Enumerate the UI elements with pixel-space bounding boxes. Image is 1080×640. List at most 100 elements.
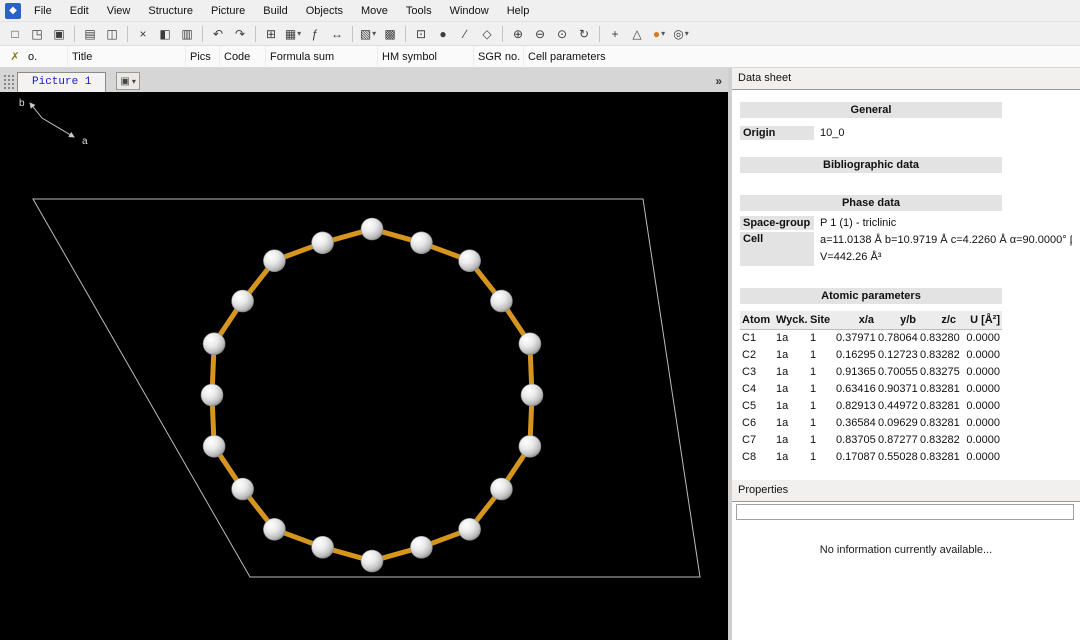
atom[interactable]	[232, 290, 254, 312]
atom[interactable]	[263, 518, 285, 540]
atom[interactable]	[519, 435, 541, 457]
menu-help[interactable]: Help	[498, 0, 539, 22]
copy-icon[interactable]: ◧	[155, 24, 175, 44]
menu-picture[interactable]: Picture	[202, 0, 254, 22]
header-wyck[interactable]: Wyck.	[774, 311, 808, 329]
print-preview-icon[interactable]: ◫	[102, 24, 122, 44]
header-atom[interactable]: Atom	[740, 311, 774, 329]
atom[interactable]	[263, 250, 285, 272]
table-row[interactable]: C21a10.162950.127230.832820.0000	[740, 346, 1002, 363]
menu-move[interactable]: Move	[352, 0, 397, 22]
move-mode-icon[interactable]: +	[605, 24, 625, 44]
header-zc[interactable]: z/c	[918, 311, 958, 329]
menu-window[interactable]: Window	[441, 0, 498, 22]
atom[interactable]	[361, 218, 383, 240]
table-row[interactable]: C11a10.379710.780640.832800.0000	[740, 329, 1002, 346]
column-hm-symbol[interactable]: HM symbol	[378, 46, 474, 68]
column-formula-sum[interactable]: Formula sum	[266, 46, 378, 68]
column-cell-parameters[interactable]: Cell parameters	[524, 46, 674, 68]
header-xa[interactable]: x/a	[834, 311, 876, 329]
formula-icon[interactable]: ƒ	[305, 24, 325, 44]
table-row[interactable]: C61a10.365840.096290.832810.0000	[740, 414, 1002, 431]
menu-view[interactable]: View	[98, 0, 140, 22]
atom[interactable]	[521, 384, 543, 406]
save-glyph: ▣	[53, 25, 64, 43]
save-icon[interactable]: ▣	[49, 24, 69, 44]
data-table-icon[interactable]: ⊞	[261, 24, 281, 44]
menu-edit[interactable]: Edit	[61, 0, 98, 22]
collapse-panel-button[interactable]: »	[715, 74, 722, 88]
paste-icon[interactable]: ▥	[177, 24, 197, 44]
cut-icon[interactable]: ×	[133, 24, 153, 44]
distances-icon[interactable]: ↔	[327, 24, 347, 44]
new-picture-window-button[interactable]: ▣ ▾	[116, 72, 139, 90]
render-options-icon[interactable]: ●▾	[649, 24, 669, 44]
menu-objects[interactable]: Objects	[297, 0, 352, 22]
column-title[interactable]: Title	[68, 46, 186, 68]
atom[interactable]	[312, 536, 334, 558]
chevron-down-icon[interactable]: ▾	[297, 29, 301, 38]
structure-canvas[interactable]: b a	[0, 92, 728, 640]
fit-view-icon[interactable]: ⊙	[552, 24, 572, 44]
chevron-down-icon[interactable]: ▾	[372, 29, 376, 38]
column-no[interactable]: o.	[24, 46, 68, 68]
atom[interactable]	[361, 550, 383, 572]
polyhedra-icon[interactable]: ◇	[477, 24, 497, 44]
zoom-out-icon[interactable]: ⊖	[530, 24, 550, 44]
table-row[interactable]: C81a10.170870.550280.832810.0000	[740, 448, 1002, 465]
atom[interactable]	[459, 250, 481, 272]
header-site[interactable]: Site	[808, 311, 834, 329]
build-icon[interactable]: ⊡	[411, 24, 431, 44]
data-sheet-icon[interactable]: ▦▾	[283, 24, 303, 44]
menu-build[interactable]: Build	[254, 0, 296, 22]
chevron-down-icon[interactable]: ▾	[661, 29, 665, 38]
atom[interactable]	[201, 384, 223, 406]
layout-icon[interactable]: ▩	[380, 24, 400, 44]
structure-viewport[interactable]: b a	[0, 92, 728, 640]
undo-icon[interactable]: ↶	[208, 24, 228, 44]
tab-picture-1[interactable]: Picture 1	[17, 72, 106, 92]
perspective-icon[interactable]: △	[627, 24, 647, 44]
menu-file[interactable]: File	[25, 0, 61, 22]
atom[interactable]	[203, 333, 225, 355]
atom[interactable]	[459, 518, 481, 540]
menu-tools[interactable]: Tools	[397, 0, 441, 22]
chevron-down-icon[interactable]: ▾	[685, 29, 689, 38]
chevron-down-icon: ▾	[132, 77, 136, 86]
zoom-in-icon[interactable]: ⊕	[508, 24, 528, 44]
new-document-icon[interactable]: □	[5, 24, 25, 44]
table-row[interactable]: C51a10.829130.449720.832810.0000	[740, 397, 1002, 414]
settings-icon[interactable]: ◎▾	[671, 24, 691, 44]
menu-structure[interactable]: Structure	[139, 0, 202, 22]
atom[interactable]	[312, 232, 334, 254]
table-row[interactable]: C31a10.913650.700550.832750.0000	[740, 363, 1002, 380]
table-row[interactable]: C71a10.837050.872770.832820.0000	[740, 431, 1002, 448]
axis-a-label: a	[82, 136, 88, 147]
atom[interactable]	[232, 478, 254, 500]
properties-input[interactable]	[736, 504, 1074, 520]
redo-icon[interactable]: ↷	[230, 24, 250, 44]
atom[interactable]	[203, 435, 225, 457]
cell-parameters-line: a=11.0138 Å b=10.9719 Å c=4.2260 Å α=90.…	[814, 232, 1072, 249]
header-yb[interactable]: y/b	[876, 311, 918, 329]
rotate-icon[interactable]: ↻	[574, 24, 594, 44]
print-preview-glyph: ◫	[106, 25, 117, 43]
atom[interactable]	[410, 232, 432, 254]
section-general: General	[740, 102, 1002, 118]
column-sgr-no[interactable]: SGR no.	[474, 46, 524, 68]
new-picture-icon[interactable]: ▧▾	[358, 24, 378, 44]
atom[interactable]	[490, 290, 512, 312]
header-u[interactable]: U [Å²]	[958, 311, 1002, 329]
column-code[interactable]: Code	[220, 46, 266, 68]
open-document-icon[interactable]: ◳	[27, 24, 47, 44]
atom[interactable]	[490, 478, 512, 500]
print-icon[interactable]: ▤	[80, 24, 100, 44]
column-pics[interactable]: Pics	[186, 46, 220, 68]
table-row[interactable]: C41a10.634160.903710.832810.0000	[740, 380, 1002, 397]
delete-icon[interactable]: ✗	[6, 50, 24, 63]
atom[interactable]	[519, 333, 541, 355]
add-atoms-icon[interactable]: ●	[433, 24, 453, 44]
drag-handle[interactable]	[2, 73, 14, 89]
atom[interactable]	[410, 536, 432, 558]
add-bonds-icon[interactable]: ∕	[455, 24, 475, 44]
